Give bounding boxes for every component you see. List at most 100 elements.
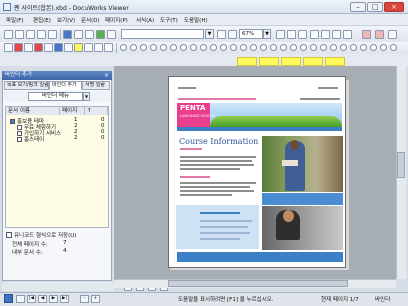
- fit-width-icon[interactable]: [287, 30, 296, 39]
- page-view-icon[interactable]: [4, 294, 13, 303]
- heart-tool-icon[interactable]: [350, 44, 357, 51]
- brace-tool-icon[interactable]: [220, 44, 227, 51]
- sticky-note-yellow-2[interactable]: [259, 57, 279, 66]
- sticky-note-yellow-3[interactable]: [281, 57, 301, 66]
- sticky-note-yellow-4[interactable]: [303, 57, 323, 66]
- menu-edit[interactable]: 편집(E): [33, 16, 51, 24]
- fill-color-icon[interactable]: [54, 43, 63, 52]
- prev-page-icon[interactable]: [321, 30, 330, 39]
- dash-icon[interactable]: [94, 43, 103, 52]
- image-tool-icon[interactable]: [290, 44, 297, 51]
- vertical-scroll-thumb[interactable]: [397, 152, 405, 178]
- oval-tool-icon[interactable]: [150, 44, 157, 51]
- next-page-button[interactable]: ▶: [49, 295, 58, 303]
- first-page-button[interactable]: |◀: [27, 295, 36, 303]
- check-tool-icon[interactable]: [370, 44, 377, 51]
- last-page-button[interactable]: ▶|: [60, 295, 69, 303]
- stamp-tool-icon[interactable]: [280, 44, 287, 51]
- menu-view[interactable]: 보기(V): [57, 16, 75, 24]
- signature-icon[interactable]: [375, 30, 384, 39]
- triangle-tool-icon[interactable]: [310, 44, 317, 51]
- polygon-tool-icon[interactable]: [160, 44, 167, 51]
- actual-size-icon[interactable]: [298, 30, 307, 39]
- sticky-note-yellow-1[interactable]: [237, 57, 257, 66]
- text-size-icon[interactable]: [24, 43, 33, 52]
- diamond-tool-icon[interactable]: [320, 44, 327, 51]
- annotation-icon[interactable]: [217, 30, 226, 39]
- rounded-rect-tool-icon[interactable]: [180, 44, 187, 51]
- tab-signature-list[interactable]: 서명 일람: [82, 81, 110, 90]
- save-icon[interactable]: [4, 30, 13, 39]
- rotate-icon[interactable]: [74, 30, 83, 39]
- style-dropdown-arrow[interactable]: ▼: [205, 29, 214, 39]
- zoom-input[interactable]: 67%: [239, 29, 263, 39]
- zoom-dropdown-arrow[interactable]: ▼: [263, 29, 271, 39]
- fit-page-icon[interactable]: [276, 30, 285, 39]
- ellipse-tool-icon[interactable]: [130, 44, 137, 51]
- zoom-in-button[interactable]: +: [91, 295, 100, 303]
- curve-tool-icon[interactable]: [240, 44, 247, 51]
- highlight-icon[interactable]: [34, 43, 43, 52]
- arrow-shape-tool-icon[interactable]: [330, 44, 337, 51]
- thumbnail-icon[interactable]: [96, 30, 105, 39]
- menu-file[interactable]: 파일(F): [6, 16, 24, 24]
- callout-tool-icon[interactable]: [340, 44, 347, 51]
- zoom-icon[interactable]: [228, 30, 237, 39]
- first-page-icon[interactable]: [310, 30, 319, 39]
- hex-tool-icon[interactable]: [190, 44, 197, 51]
- sticky-tool-icon[interactable]: [270, 44, 277, 51]
- zoom-out-button[interactable]: –: [80, 295, 89, 303]
- maximize-button[interactable]: □: [367, 2, 383, 12]
- stamp-icon[interactable]: [362, 30, 371, 39]
- cross-tool-icon[interactable]: [200, 44, 207, 51]
- grid-icon[interactable]: [388, 30, 397, 39]
- page-icon[interactable]: [63, 30, 72, 39]
- row-checkbox[interactable]: [17, 137, 22, 142]
- tab-binder-add[interactable]: 바인더 추가: [49, 81, 82, 90]
- angle-tool-icon[interactable]: [250, 44, 257, 51]
- unicode-save-checkbox[interactable]: [6, 232, 12, 238]
- style-select[interactable]: [121, 29, 204, 39]
- cut-icon[interactable]: [26, 30, 35, 39]
- freehand-tool-icon[interactable]: [260, 44, 267, 51]
- column-header-pages[interactable]: 페이지: [60, 107, 85, 115]
- column-header-name[interactable]: 문서 이름: [6, 107, 60, 115]
- minimize-button[interactable]: –: [350, 2, 366, 12]
- line-icon[interactable]: [44, 43, 53, 52]
- horizontal-scroll-thumb[interactable]: [168, 280, 348, 287]
- circle-tool-icon[interactable]: [120, 44, 127, 51]
- copy-icon[interactable]: [37, 30, 46, 39]
- column-header-sort[interactable]: ↑: [85, 107, 108, 115]
- border-icon[interactable]: [84, 43, 93, 52]
- paren-tool-icon[interactable]: [230, 44, 237, 51]
- prev-page-button[interactable]: ◀: [38, 295, 47, 303]
- row-checkbox[interactable]: [17, 125, 22, 130]
- link-tool-icon[interactable]: [300, 44, 307, 51]
- text-red-icon[interactable]: [14, 43, 23, 52]
- row-checkbox[interactable]: [17, 131, 22, 136]
- menu-tools[interactable]: 도구(T): [160, 16, 178, 24]
- thumbnail-view-icon[interactable]: [16, 295, 25, 303]
- redo-tool-icon[interactable]: [390, 44, 397, 51]
- search-icon[interactable]: [85, 30, 94, 39]
- list-item-name[interactable]: 홈스테이: [24, 135, 44, 143]
- font-color-icon[interactable]: [4, 43, 13, 52]
- star-tool-icon[interactable]: [140, 44, 147, 51]
- menu-help[interactable]: 도움말(H): [184, 16, 208, 24]
- arrow-icon[interactable]: [64, 43, 73, 52]
- menu-format[interactable]: 서식(A): [136, 16, 154, 24]
- binder-menu-dropdown[interactable]: 바인더 메뉴: [28, 92, 83, 101]
- print-icon[interactable]: [15, 30, 24, 39]
- tab-outline-links[interactable]: 목표 보기/링크 일람: [4, 81, 49, 90]
- properties-icon[interactable]: [107, 30, 116, 39]
- sticky-note-yellow-5[interactable]: [325, 57, 345, 66]
- undo-tool-icon[interactable]: [380, 44, 387, 51]
- cloud-tool-icon[interactable]: [360, 44, 367, 51]
- close-window-button[interactable]: ×: [384, 2, 404, 12]
- marker-icon[interactable]: [74, 43, 83, 52]
- next-page-icon[interactable]: [332, 30, 341, 39]
- rect-tool-icon[interactable]: [170, 44, 177, 51]
- shadow-icon[interactable]: [104, 43, 113, 52]
- last-page-icon[interactable]: [343, 30, 352, 39]
- row-expand-icon[interactable]: [10, 119, 15, 124]
